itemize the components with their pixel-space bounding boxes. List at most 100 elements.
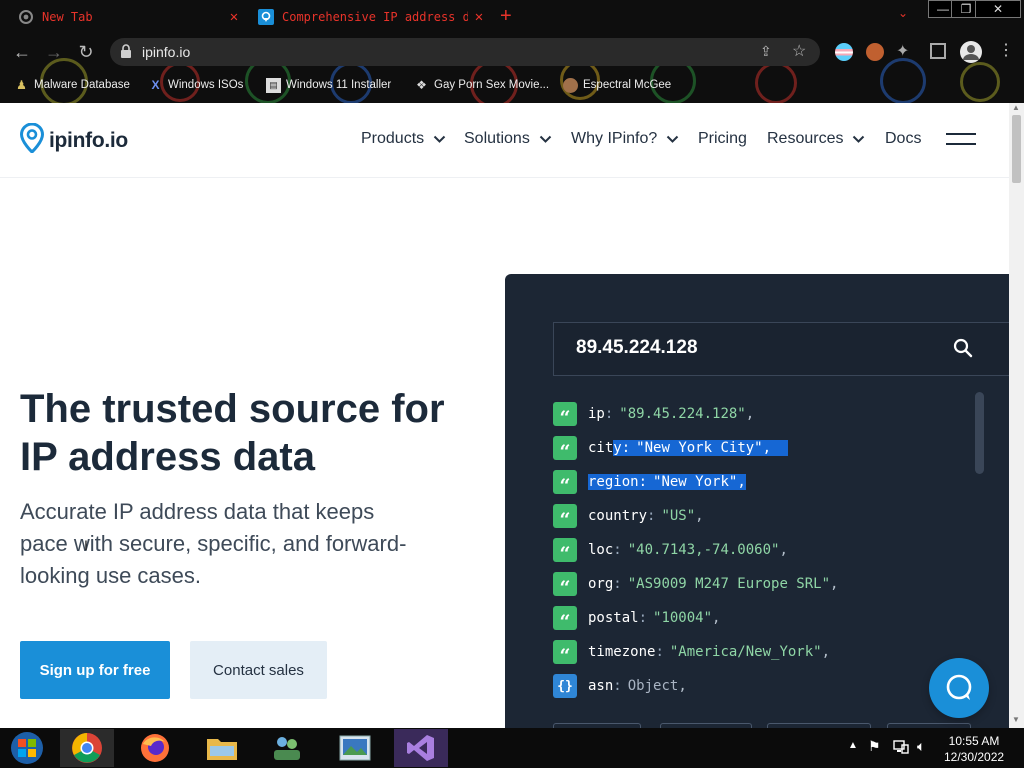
- sign-up-button[interactable]: Sign up for free: [20, 641, 170, 699]
- tab-new-tab[interactable]: New Tab ✕: [10, 2, 245, 32]
- menu-kebab-icon[interactable]: ⋮: [998, 42, 1014, 60]
- volume-icon[interactable]: 🔈︎: [917, 738, 925, 755]
- hamburger-menu-icon[interactable]: [946, 133, 976, 147]
- tab-close-icon[interactable]: ✕: [468, 9, 490, 25]
- nav-label: Products: [361, 130, 425, 147]
- json-line: loc: "40.7143,-74.0060",: [588, 542, 788, 558]
- json-comma: ,: [678, 678, 687, 694]
- json-value: "New York": [653, 474, 738, 490]
- quote-icon[interactable]: “: [553, 572, 577, 597]
- network-icon[interactable]: [893, 739, 909, 758]
- object-braces-icon[interactable]: {}: [553, 674, 577, 698]
- url-text: ipinfo.io: [142, 44, 191, 60]
- hero-title: The trusted source for IP address data: [20, 387, 445, 479]
- json-comma: ,: [695, 508, 704, 524]
- reload-icon[interactable]: ↻: [74, 40, 98, 64]
- bookmark-windows-isos[interactable]: X Windows ISOs: [148, 76, 243, 94]
- extension-avatar-icon[interactable]: [866, 43, 884, 61]
- json-scrollbar[interactable]: [975, 392, 984, 474]
- system-clock[interactable]: 10:55 AM 12/30/2022: [944, 733, 1004, 765]
- site-header: ipinfo.io Products Solutions Why IPinfo?…: [0, 103, 1009, 178]
- chevron-down-icon: [853, 135, 865, 143]
- share-icon[interactable]: ⇪: [760, 43, 772, 60]
- page-scrollbar[interactable]: ▲ ▼: [1009, 103, 1024, 728]
- json-row-org: “ org: "AS9009 M247 Europe SRL",: [553, 572, 839, 597]
- nav-solutions[interactable]: Solutions: [464, 130, 552, 148]
- bookmark-label: Espectral McGee: [583, 79, 672, 91]
- extensions-puzzle-icon[interactable]: ✦: [896, 41, 909, 61]
- json-colon: :: [613, 576, 622, 592]
- scrollbar-thumb[interactable]: [1012, 115, 1021, 183]
- taskbar-network-app[interactable]: [260, 729, 314, 767]
- tab-close-icon[interactable]: ✕: [223, 9, 245, 25]
- close-window-button[interactable]: ✕: [975, 0, 1021, 18]
- bookmarks-bar: ♟ Malware Database X Windows ISOs ▤ Wind…: [0, 70, 1024, 100]
- nav-products[interactable]: Products: [361, 130, 446, 148]
- tab-title: New Tab: [42, 10, 93, 24]
- address-bar[interactable]: ipinfo.io ⇪ ☆: [110, 38, 820, 66]
- nav-why-ipinfo[interactable]: Why IPinfo?: [571, 130, 679, 148]
- quote-icon[interactable]: “: [553, 606, 577, 631]
- json-colon: :: [613, 542, 622, 558]
- json-row-city: “ city: "New York City",: [553, 436, 788, 461]
- extension-flag-icon[interactable]: [835, 43, 853, 61]
- tab-ipinfo[interactable]: Comprehensive IP address data, IP ✕: [250, 2, 490, 32]
- taskbar-chrome[interactable]: [60, 729, 114, 767]
- ip-search-input[interactable]: [576, 337, 936, 359]
- show-hidden-icons-icon[interactable]: ▲: [848, 740, 858, 751]
- json-colon: :: [638, 610, 648, 626]
- tab-search-icon[interactable]: ⌄: [898, 6, 908, 20]
- taskbar-image-viewer[interactable]: [328, 729, 382, 767]
- visual-studio-icon: [407, 735, 434, 761]
- json-key: postal: [588, 610, 639, 626]
- folder-icon: [207, 739, 237, 760]
- taskbar-firefox[interactable]: [128, 729, 182, 767]
- bookmark-site[interactable]: ❖ Gay Porn Sex Movie...: [414, 76, 549, 94]
- site-logo[interactable]: ipinfo.io: [19, 122, 128, 158]
- json-key: timezone: [588, 644, 656, 660]
- new-tab-button[interactable]: +: [500, 5, 512, 27]
- scroll-down-icon[interactable]: ▼: [1012, 715, 1020, 724]
- lock-icon: [120, 44, 132, 58]
- quote-icon[interactable]: “: [553, 640, 577, 665]
- taskbar-file-explorer[interactable]: [195, 729, 249, 767]
- action-center-flag-icon[interactable]: ⚑: [868, 738, 881, 755]
- bookmark-malware-database[interactable]: ♟ Malware Database: [14, 76, 130, 94]
- nav-docs[interactable]: Docs: [885, 130, 921, 148]
- json-colon: :: [613, 678, 622, 694]
- bookmark-windows-11-installer[interactable]: ▤ Windows 11 Installer: [266, 76, 391, 94]
- taskbar-visual-studio[interactable]: [394, 729, 448, 767]
- quote-icon[interactable]: “: [553, 402, 577, 427]
- x-icon: X: [151, 78, 160, 92]
- windows-taskbar: ▲ ⚑ 🔈︎ 10:55 AM 12/30/2022: [0, 728, 1024, 768]
- json-value: "America/New_York": [669, 644, 822, 660]
- start-button[interactable]: [0, 729, 54, 767]
- quote-icon[interactable]: “: [553, 470, 577, 495]
- nav-pricing[interactable]: Pricing: [698, 130, 747, 148]
- text-selection: y: "New York City",: [613, 440, 788, 456]
- search-icon[interactable]: [952, 337, 978, 363]
- forward-icon[interactable]: →: [42, 40, 66, 64]
- scroll-up-icon[interactable]: ▲: [1012, 103, 1020, 112]
- sidebar-icon[interactable]: [930, 43, 946, 59]
- bookmark-label: Windows 11 Installer: [286, 79, 392, 91]
- json-colon: :: [647, 508, 656, 524]
- profile-avatar-icon[interactable]: [960, 41, 982, 63]
- json-row-timezone: “ timezone: "America/New_York",: [553, 640, 830, 665]
- json-line: timezone: "America/New_York",: [588, 644, 830, 660]
- text-cursor-icon: I: [84, 537, 88, 553]
- network-users-icon: [274, 737, 300, 760]
- json-row-ip: “ ip: "89.45.224.128",: [553, 402, 754, 427]
- contact-sales-button[interactable]: Contact sales: [190, 641, 327, 699]
- chat-support-button[interactable]: [929, 658, 989, 718]
- bookmark-star-icon[interactable]: ☆: [792, 41, 806, 61]
- quote-icon[interactable]: “: [553, 538, 577, 563]
- bookmark-espectral-mcgee[interactable]: Espectral McGee: [563, 76, 671, 94]
- quote-icon[interactable]: “: [553, 436, 577, 461]
- nav-resources[interactable]: Resources: [767, 130, 865, 148]
- back-icon[interactable]: ←: [10, 40, 34, 64]
- json-comma: ,: [830, 576, 839, 592]
- quote-icon[interactable]: “: [553, 504, 577, 529]
- json-line: postal: "10004",: [588, 610, 720, 626]
- json-value: "New York City": [636, 440, 763, 456]
